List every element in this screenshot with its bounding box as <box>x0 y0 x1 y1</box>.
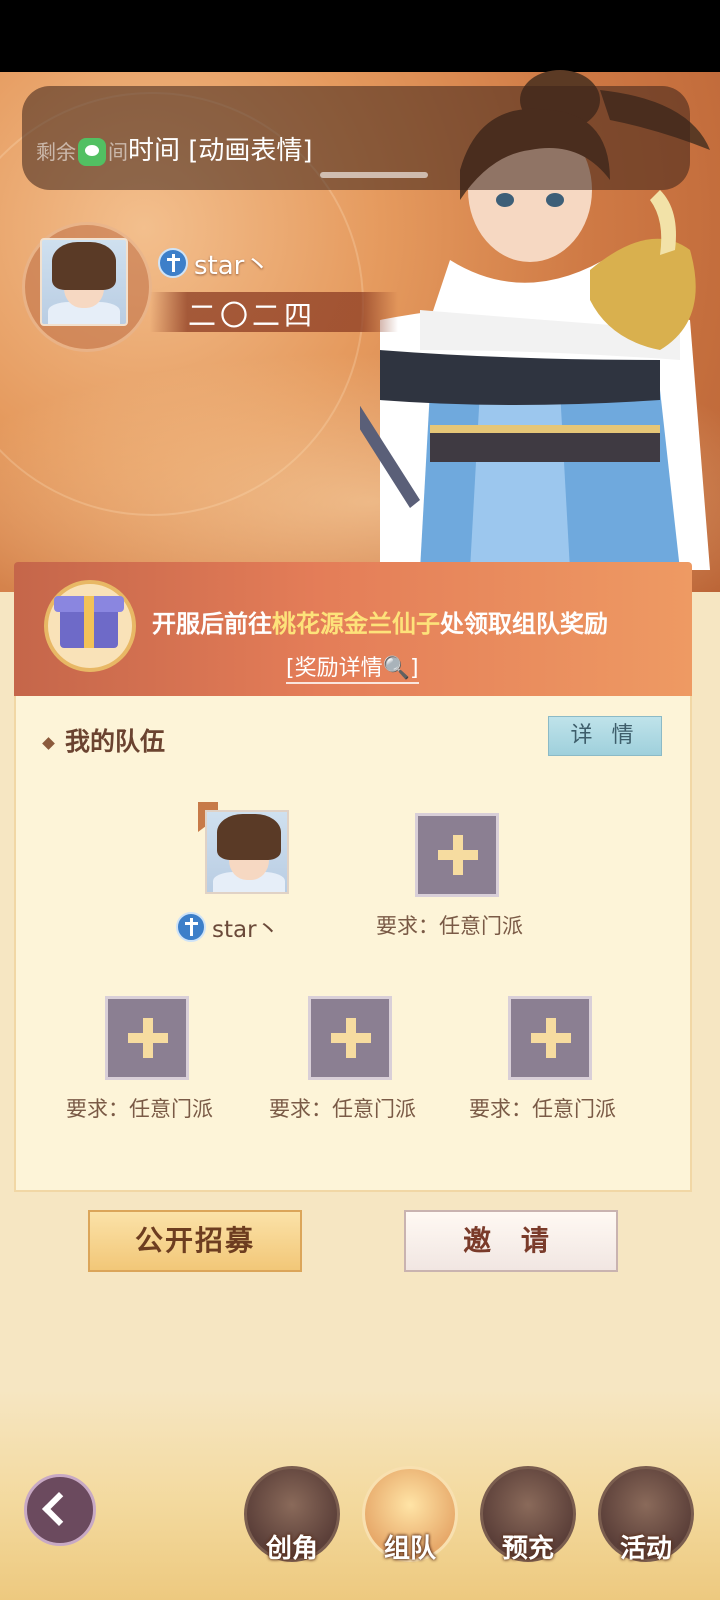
reward-text-before: 开服后前往 <box>152 610 272 638</box>
empty-slot-2[interactable] <box>105 996 189 1080</box>
team-member-name-row: star丶 <box>176 910 280 944</box>
empty-slot-1[interactable] <box>415 813 499 897</box>
plus-icon-bar <box>438 850 478 860</box>
invite-button[interactable]: 邀 请 <box>404 1210 618 1272</box>
player-title: 二〇二四 <box>188 299 317 332</box>
empty-slot-4[interactable] <box>508 996 592 1080</box>
reward-text-after: 处领取组队奖励 <box>440 610 608 638</box>
slot-requirement-3: 要求：任意门派 <box>269 1097 416 1121</box>
empty-slot-3[interactable] <box>308 996 392 1080</box>
team-member-name: star丶 <box>212 917 280 943</box>
slot-requirement-1: 要求：任意门派 <box>376 914 523 938</box>
slot-requirement-2: 要求：任意门派 <box>66 1097 213 1121</box>
team-member-avatar[interactable] <box>205 810 289 894</box>
nav-label-team[interactable]: 组队 <box>362 1528 458 1565</box>
wechat-icon <box>78 137 106 166</box>
notification-text: 剩余 间时间 [动画表情] <box>36 130 313 167</box>
plus-icon-bar <box>128 1033 168 1043</box>
public-recruit-button[interactable]: 公开招募 <box>88 1210 302 1272</box>
notification-drag-handle[interactable] <box>320 172 428 178</box>
member-avatar-hair <box>217 814 281 860</box>
gift-ribbon-icon <box>84 596 94 648</box>
back-button[interactable] <box>24 1474 96 1546</box>
notification-prefix: 剩余 <box>36 140 76 164</box>
notification-main: 时间 [动画表情] <box>128 136 313 166</box>
reward-details-link[interactable]: [奖励详情🔍] <box>286 650 419 684</box>
team-title: 我的队伍 <box>44 722 165 758</box>
nav-label-precharge[interactable]: 预充 <box>480 1528 576 1565</box>
player-name: star丶 <box>194 250 271 281</box>
nav-label-create[interactable]: 创角 <box>244 1528 340 1565</box>
slot-requirement-4: 要求：任意门派 <box>469 1097 616 1121</box>
reward-banner-text: 开服后前往桃花源金兰仙子处领取组队奖励 <box>152 604 608 639</box>
message-notification[interactable]: 剩余 间时间 [动画表情] <box>22 86 690 190</box>
player-name-row: star丶 <box>158 246 271 281</box>
reward-text-highlight: 桃花源金兰仙子 <box>272 610 440 638</box>
avatar-hair <box>52 242 116 290</box>
player-avatar[interactable] <box>40 238 128 326</box>
sect-icon <box>158 248 188 278</box>
notification-fragment: 间 <box>108 140 128 164</box>
plus-icon-bar <box>531 1033 571 1043</box>
back-arrow-icon <box>42 1492 76 1526</box>
member-sect-icon <box>176 912 206 942</box>
plus-icon-bar <box>331 1033 371 1043</box>
nav-label-activity[interactable]: 活动 <box>598 1528 694 1565</box>
team-detail-button[interactable]: 详 情 <box>548 716 662 756</box>
